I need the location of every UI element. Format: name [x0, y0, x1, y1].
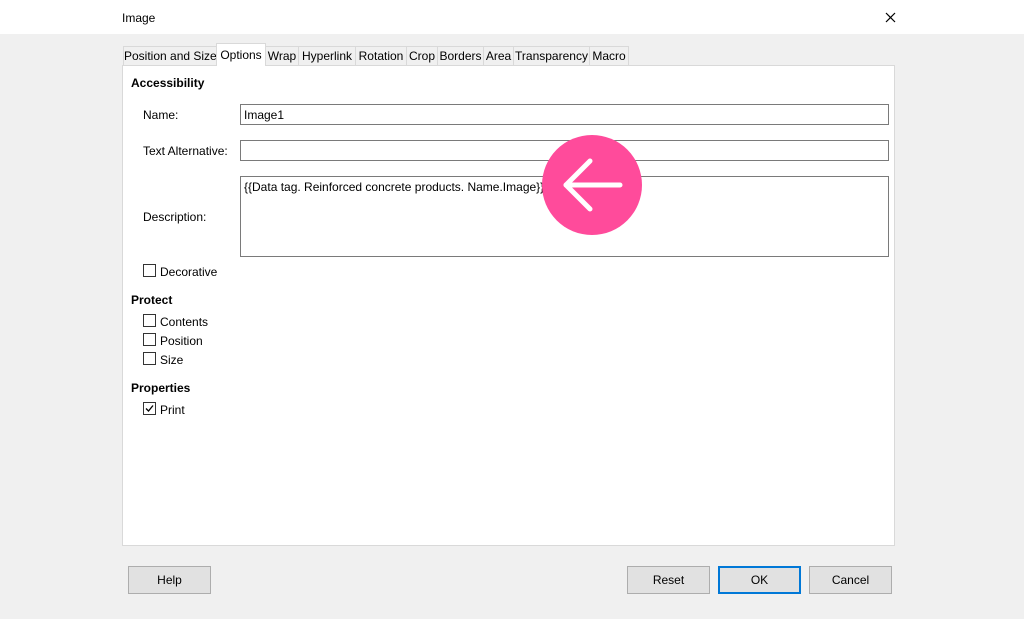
tab-area[interactable]: Area [483, 46, 514, 65]
accessibility-heading: Accessibility [131, 76, 205, 90]
decorative-checkbox[interactable] [143, 264, 156, 277]
reset-button[interactable]: Reset [627, 566, 710, 594]
tab-macro[interactable]: Macro [589, 46, 629, 65]
position-label: Position [160, 334, 203, 348]
print-checkbox[interactable] [143, 402, 156, 415]
close-icon[interactable] [878, 6, 902, 28]
options-panel: Accessibility Name: Text Alternative: De… [122, 65, 895, 546]
print-label: Print [160, 403, 185, 417]
cancel-button[interactable]: Cancel [809, 566, 892, 594]
contents-checkbox[interactable] [143, 314, 156, 327]
text-alternative-label: Text Alternative: [143, 144, 228, 158]
help-button[interactable]: Help [128, 566, 211, 594]
name-label: Name: [143, 108, 179, 122]
properties-heading: Properties [131, 381, 191, 395]
decorative-label: Decorative [160, 265, 218, 279]
window-title: Image [122, 11, 156, 25]
tab-hyperlink[interactable]: Hyperlink [298, 46, 356, 65]
description-label: Description: [143, 210, 207, 224]
contents-label: Contents [160, 315, 209, 329]
size-checkbox[interactable] [143, 352, 156, 365]
protect-heading: Protect [131, 293, 173, 307]
tab-options[interactable]: Options [216, 43, 266, 66]
name-field[interactable] [240, 104, 889, 125]
back-arrow-overlay[interactable] [542, 135, 642, 235]
position-checkbox[interactable] [143, 333, 156, 346]
tab-borders[interactable]: Borders [437, 46, 484, 65]
tab-crop[interactable]: Crop [406, 46, 438, 65]
size-label: Size [160, 353, 184, 367]
tab-transparency[interactable]: Transparency [513, 46, 590, 65]
tab-position-and-size[interactable]: Position and Size [123, 46, 217, 65]
tab-wrap[interactable]: Wrap [265, 46, 299, 65]
title-bar: Image [0, 0, 1024, 34]
ok-button[interactable]: OK [718, 566, 801, 594]
tab-rotation[interactable]: Rotation [355, 46, 407, 65]
